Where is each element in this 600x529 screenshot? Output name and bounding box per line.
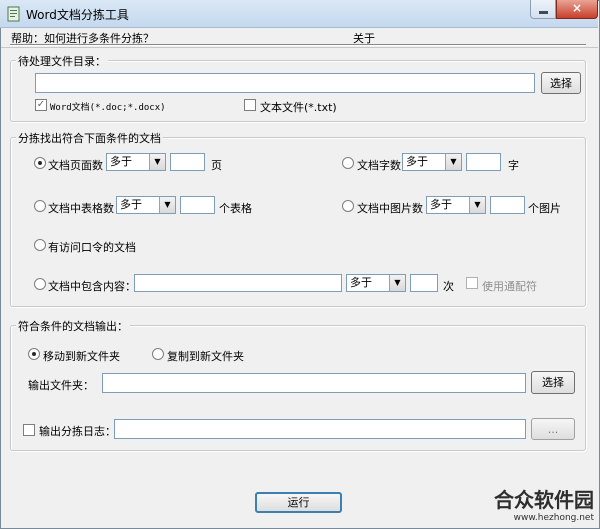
word-count-unit: 字: [508, 159, 519, 172]
source-path-input[interactable]: [35, 73, 535, 93]
text-file-checkbox[interactable]: [244, 99, 256, 111]
content-mode-select[interactable]: 多于 ▼: [346, 274, 406, 292]
output-folder-label: 输出文件夹：: [28, 379, 94, 392]
title-bar[interactable]: Word文档分拣工具 ×: [0, 0, 598, 28]
image-count-input[interactable]: [490, 196, 525, 214]
copy-label: 复制到新文件夹: [167, 350, 244, 363]
chevron-down-icon: ▼: [445, 154, 461, 170]
word-doc-checkbox[interactable]: ✓: [35, 99, 47, 111]
log-checkbox[interactable]: [23, 424, 35, 436]
document-icon: [6, 6, 22, 22]
password-label: 有访问口令的文档: [48, 241, 136, 254]
output-folder-browse-button[interactable]: 选择: [531, 371, 575, 394]
minimize-button[interactable]: [530, 0, 556, 19]
image-count-mode-value: 多于: [430, 198, 452, 211]
password-radio[interactable]: [34, 239, 46, 251]
table-count-radio[interactable]: [34, 200, 46, 212]
page-count-label: 文档页面数: [48, 159, 103, 172]
watermark-url: www.hezhong.net: [513, 513, 594, 523]
minimize-icon: [539, 11, 548, 14]
watermark: 合众软件园 www.hezhong.net: [494, 484, 594, 523]
content-count-unit: 次: [443, 280, 454, 293]
output-folder-input[interactable]: [102, 373, 526, 393]
content-label: 文档中包含内容：: [48, 280, 136, 293]
checkmark-icon: ✓: [36, 99, 46, 110]
log-path-input[interactable]: [114, 419, 526, 439]
content-mode-value: 多于: [350, 276, 372, 289]
page-count-input[interactable]: [170, 153, 205, 171]
wildcard-checkbox[interactable]: [466, 277, 478, 289]
watermark-logo: 合众软件园: [494, 488, 594, 512]
table-count-label: 文档中表格数: [48, 202, 114, 215]
word-count-radio[interactable]: [342, 157, 354, 169]
copy-radio[interactable]: [152, 348, 164, 360]
chevron-down-icon: ▼: [159, 197, 175, 213]
close-button[interactable]: ×: [556, 0, 598, 19]
table-count-mode-select[interactable]: 多于 ▼: [116, 196, 176, 214]
image-count-label: 文档中图片数: [357, 202, 423, 215]
word-doc-label: Word文档(*.doc;*.docx): [50, 103, 166, 113]
log-label: 输出分拣日志：: [39, 425, 116, 438]
text-file-label-text: 文本文件(*.txt): [260, 101, 337, 114]
window-title: Word文档分拣工具: [26, 8, 129, 22]
content-count-input[interactable]: [410, 274, 438, 292]
menu-divider: [10, 44, 586, 46]
page-count-radio[interactable]: [34, 157, 46, 169]
filters-group-label: 分拣找出符合下面条件的文档: [16, 130, 163, 146]
output-group-label: 符合条件的文档输出：: [16, 318, 130, 334]
close-icon: ×: [571, 1, 583, 15]
page-count-mode-value: 多于: [110, 155, 132, 168]
page-count-mode-select[interactable]: 多于 ▼: [106, 153, 166, 171]
page-count-unit: 页: [211, 159, 222, 172]
image-count-unit: 个图片: [528, 202, 561, 215]
image-count-mode-select[interactable]: 多于 ▼: [426, 196, 486, 214]
move-radio[interactable]: [28, 348, 40, 360]
word-count-mode-value: 多于: [406, 155, 428, 168]
wildcard-label: 使用通配符: [482, 280, 537, 293]
log-browse-button[interactable]: ...: [531, 418, 575, 440]
image-count-radio[interactable]: [342, 200, 354, 212]
table-count-input[interactable]: [180, 196, 215, 214]
content-radio[interactable]: [34, 278, 46, 290]
chevron-down-icon: ▼: [389, 275, 405, 291]
run-button[interactable]: 运行: [255, 492, 342, 513]
content-text-input[interactable]: [134, 274, 342, 292]
word-count-mode-select[interactable]: 多于 ▼: [402, 153, 462, 171]
source-group-label: 待处理文件目录：: [16, 53, 108, 69]
chevron-down-icon: ▼: [469, 197, 485, 213]
chevron-down-icon: ▼: [149, 154, 165, 170]
table-count-mode-value: 多于: [120, 198, 142, 211]
table-count-unit: 个表格: [219, 202, 252, 215]
source-browse-button[interactable]: 选择: [541, 72, 581, 94]
text-file-label: 文本文件(*.txt): [260, 99, 337, 115]
move-label: 移动到新文件夹: [43, 350, 120, 363]
word-count-label: 文档字数: [357, 159, 401, 172]
word-count-input[interactable]: [466, 153, 501, 171]
